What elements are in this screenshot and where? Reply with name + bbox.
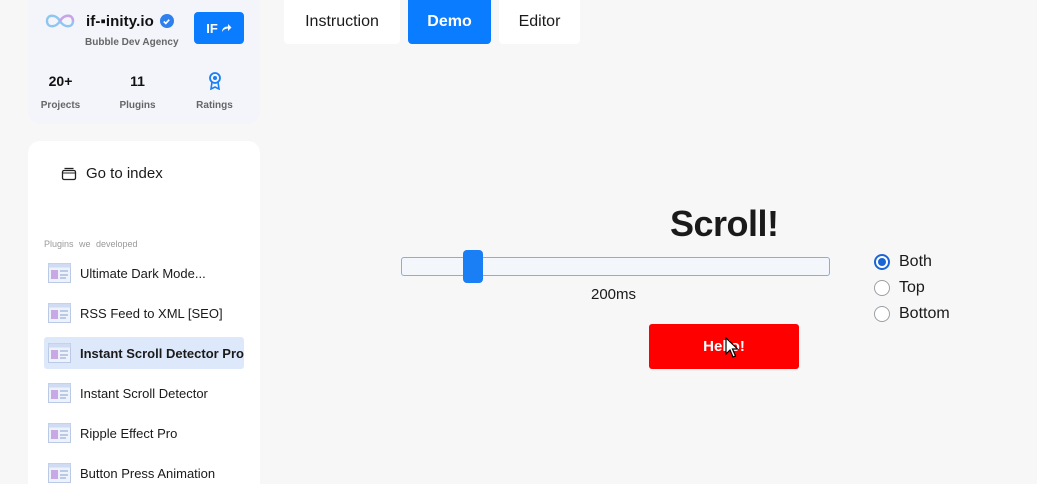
- stat-label: Plugins: [119, 100, 156, 111]
- stat-plugins: 11 Plugins: [99, 72, 176, 111]
- radio-label: Top: [899, 279, 925, 296]
- infinity-logo-icon: [45, 14, 75, 28]
- plugin-window-icon: [48, 423, 71, 443]
- hello-button[interactable]: Hello!: [649, 324, 799, 369]
- sidebar-item-ripple-effect-pro[interactable]: Ripple Effect Pro: [44, 417, 244, 449]
- radio-button[interactable]: [874, 254, 890, 270]
- radio-top[interactable]: Top: [874, 275, 950, 301]
- sidebar-item-ultimate-dark-mode[interactable]: Ultimate Dark Mode...: [44, 257, 244, 289]
- plugin-window-icon: [48, 343, 71, 363]
- radio-button[interactable]: [874, 306, 890, 322]
- radio-dot: [878, 258, 886, 266]
- delay-slider[interactable]: [401, 250, 830, 283]
- sidebar: Go to index Plugins we developed Ultimat…: [28, 141, 260, 484]
- sidebar-item-button-press-animation[interactable]: Button Press Animation: [44, 457, 244, 484]
- plugin-window-icon: [48, 463, 71, 483]
- slider-thumb[interactable]: [463, 250, 483, 283]
- stat-ratings: Ratings: [176, 72, 253, 111]
- sidebar-item-label: Button Press Animation: [80, 465, 216, 481]
- sidebar-item-label: Ultimate Dark Mode...: [80, 265, 206, 281]
- folder-stack-icon: [61, 167, 77, 181]
- stat-label: Ratings: [196, 100, 233, 111]
- sidebar-item-instant-scroll-detector-pro[interactable]: Instant Scroll Detector Pro: [44, 337, 244, 369]
- sidebar-item-label: Instant Scroll Detector: [80, 385, 208, 401]
- medal-icon: [208, 72, 221, 90]
- sidebar-item-rss-feed-to-xml[interactable]: RSS Feed to XML [SEO]: [44, 297, 244, 329]
- brand-subtitle: Bubble Dev Agency: [85, 37, 179, 48]
- stat-value: 11: [130, 73, 145, 89]
- stat-value: 20+: [48, 73, 73, 89]
- if-share-button[interactable]: IF: [194, 12, 244, 44]
- sidebar-item-instant-scroll-detector[interactable]: Instant Scroll Detector: [44, 377, 244, 409]
- sidebar-item-label: RSS Feed to XML [SEO]: [80, 305, 223, 321]
- share-arrow-icon: [221, 24, 232, 32]
- tab-instruction[interactable]: Instruction: [284, 0, 400, 44]
- radio-bottom[interactable]: Bottom: [874, 301, 950, 327]
- radio-button[interactable]: [874, 280, 890, 296]
- plugin-window-icon: [48, 383, 71, 403]
- radio-both[interactable]: Both: [874, 249, 950, 275]
- radio-label: Both: [899, 253, 932, 270]
- stats-row: 20+ Projects 11 Plugins Ratings: [28, 72, 260, 111]
- scroll-direction-radio-group: Both Top Bottom: [874, 249, 950, 327]
- plugin-list: Ultimate Dark Mode... RSS Feed to XML [S…: [44, 257, 244, 484]
- go-to-index-link[interactable]: Go to index: [61, 165, 163, 182]
- profile-card: if-▪inity.io Bubble Dev Agency IF 20+ Pr…: [28, 0, 260, 124]
- plugin-window-icon: [48, 303, 71, 323]
- radio-label: Bottom: [899, 305, 950, 322]
- tab-bar: Instruction Demo Editor: [284, 0, 580, 44]
- tab-editor[interactable]: Editor: [499, 0, 580, 44]
- demo-title: Scroll!: [670, 203, 779, 244]
- sidebar-item-label: Instant Scroll Detector Pro: [80, 345, 244, 361]
- sidebar-item-label: Ripple Effect Pro: [80, 425, 178, 441]
- plugin-window-icon: [48, 263, 71, 283]
- slider-value: 200ms: [591, 286, 637, 303]
- brand-name: if-▪inity.io: [86, 12, 154, 30]
- stat-label: Projects: [40, 100, 81, 111]
- tab-demo[interactable]: Demo: [408, 0, 491, 44]
- stat-projects: 20+ Projects: [22, 72, 99, 111]
- section-label: Plugins we developed: [44, 239, 138, 249]
- verified-badge-icon: [159, 14, 174, 28]
- if-button-label: IF: [206, 20, 218, 36]
- go-to-index-label: Go to index: [86, 165, 163, 182]
- brand-row: if-▪inity.io: [44, 11, 174, 31]
